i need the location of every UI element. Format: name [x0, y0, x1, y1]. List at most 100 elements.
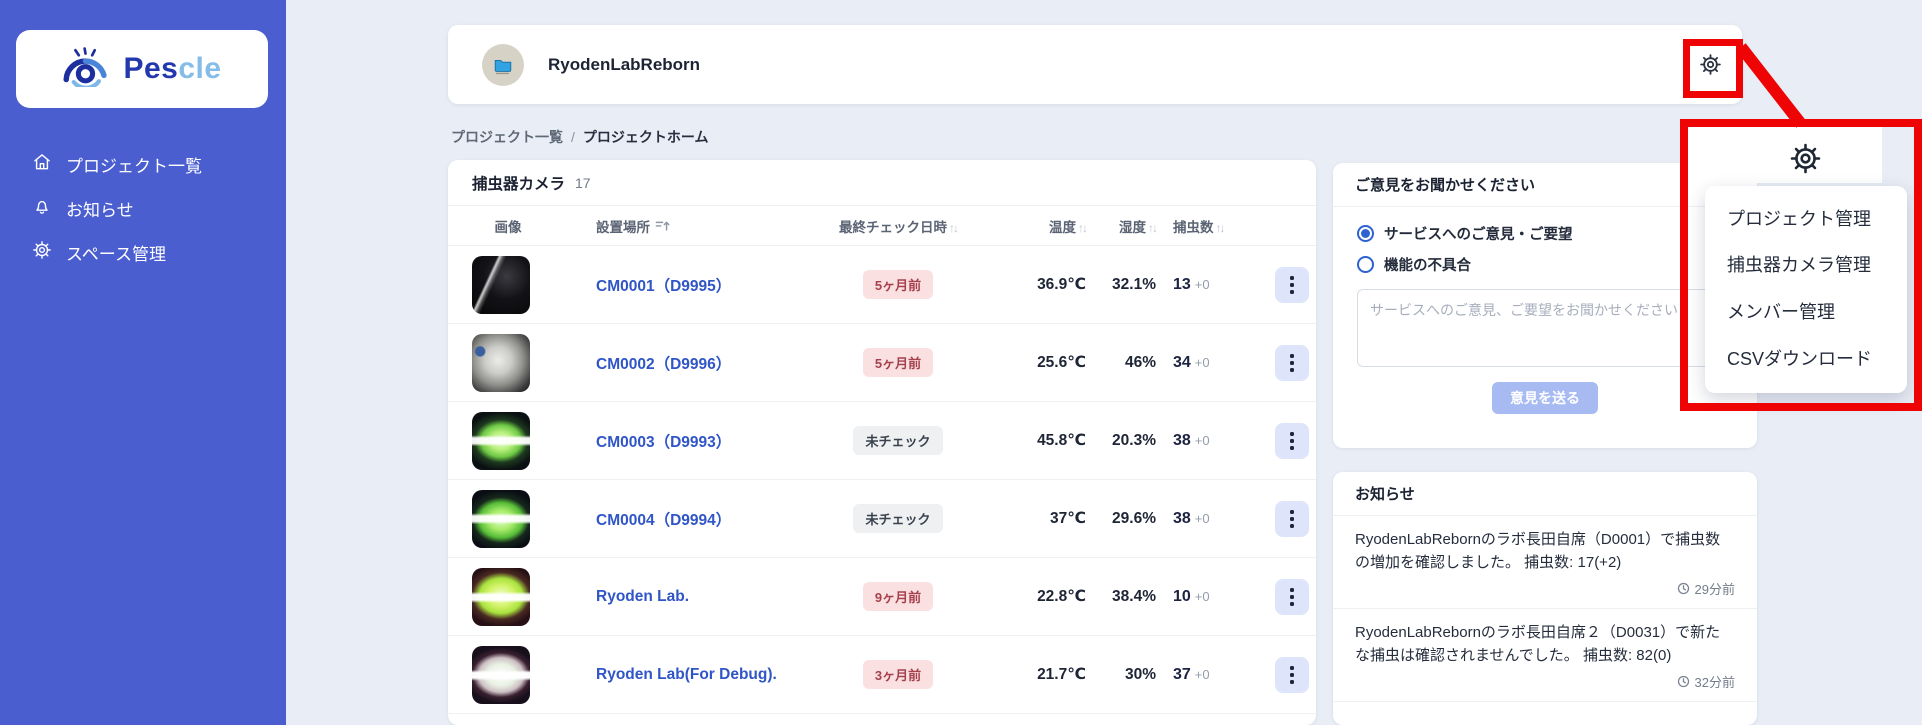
insect-count-delta: +0 — [1195, 511, 1210, 526]
insect-count-number: 10 — [1173, 588, 1191, 606]
humidity-value: 38.4% — [1086, 588, 1156, 606]
camera-name-link[interactable]: CM0004（D9994） — [568, 508, 798, 530]
sort-updown-icon: ↑↓ — [1216, 221, 1224, 235]
app-screen: Pescle プロジェクト一覧 お知らせ — [0, 0, 1922, 725]
camera-name-link[interactable]: Ryoden Lab. — [568, 588, 798, 606]
insect-count: 38 +0 — [1156, 432, 1268, 450]
annotation-box-dropdown — [1680, 119, 1922, 411]
camera-table-header: 画像 設置場所 最終チェック日時↑↓ 温度↑↓ 湿度↑↓ 捕虫数↑↓ — [448, 206, 1316, 246]
insect-count-delta: +0 — [1195, 277, 1210, 292]
sort-updown-icon: ↑↓ — [1148, 221, 1156, 235]
temperature-value: 36.9℃ — [998, 275, 1086, 294]
insect-count-delta: +0 — [1195, 355, 1210, 370]
row-menu-button[interactable] — [1275, 423, 1309, 459]
notice-text: RyodenLabRebornのラボ長田自席（D0001）で捕虫数の増加を確認し… — [1355, 529, 1735, 574]
row-menu-button[interactable] — [1275, 657, 1309, 693]
radio-label: サービスへのご意見・ご要望 — [1384, 223, 1573, 244]
breadcrumb-current: プロジェクトホーム — [583, 127, 709, 147]
insect-count-number: 38 — [1173, 432, 1191, 450]
row-menu-button[interactable] — [1275, 579, 1309, 615]
eye-logo-icon — [62, 47, 114, 92]
camera-table-card: 捕虫器カメラ 17 画像 設置場所 最終チェック日時↑↓ 温度↑↓ 湿度↑↓ 捕… — [448, 160, 1316, 725]
table-row: CM0003（D9993） 未チェック 45.8℃ 20.3% 38 +0 — [448, 402, 1316, 480]
table-row: Ryoden Lab(For Debug). 3ヶ月前 21.7℃ 30% 37… — [448, 636, 1316, 714]
camera-name-link[interactable]: Ryoden Lab(For Debug). — [568, 666, 798, 684]
camera-name-link[interactable]: CM0003（D9993） — [568, 430, 798, 452]
last-check-badge: 未チェック — [853, 426, 942, 455]
col-last-check[interactable]: 最終チェック日時↑↓ — [798, 216, 998, 236]
last-check-badge: 未チェック — [853, 504, 942, 533]
notices-title: お知らせ — [1333, 472, 1757, 516]
insect-count-number: 38 — [1173, 510, 1191, 528]
insect-count-number: 34 — [1173, 354, 1191, 372]
last-check-badge: 5ヶ月前 — [863, 270, 933, 299]
app-logo[interactable]: Pescle — [16, 30, 268, 108]
row-menu-button[interactable] — [1275, 267, 1309, 303]
temperature-value: 21.7℃ — [998, 665, 1086, 684]
last-check-badge: 9ヶ月前 — [863, 582, 933, 611]
notice-time: 29分前 — [1355, 579, 1735, 598]
notices-card: お知らせ RyodenLabRebornのラボ長田自席（D0001）で捕虫数の増… — [1333, 472, 1757, 725]
project-title: RyodenLabReborn — [548, 55, 700, 75]
insect-count: 10 +0 — [1156, 588, 1268, 606]
temperature-value: 37℃ — [998, 509, 1086, 528]
humidity-value: 20.3% — [1086, 432, 1156, 450]
bell-icon — [32, 196, 52, 221]
feedback-textarea[interactable] — [1357, 289, 1733, 367]
row-menu-button[interactable] — [1275, 345, 1309, 381]
notice-text: RyodenLabRebornのラボ長田自席２（D0031）で新たな捕虫は確認さ… — [1355, 622, 1735, 667]
sidebar-item-projects[interactable]: プロジェクト一覧 — [0, 142, 286, 186]
temperature-value: 25.6℃ — [998, 353, 1086, 372]
notices-list: RyodenLabRebornのラボ長田自席（D0001）で捕虫数の増加を確認し… — [1333, 516, 1757, 702]
camera-name-link[interactable]: CM0002（D9996） — [568, 352, 798, 374]
radio-option-service[interactable]: サービスへのご意見・ご要望 — [1357, 223, 1733, 244]
temperature-value: 45.8℃ — [998, 431, 1086, 450]
col-insect-count[interactable]: 捕虫数↑↓ — [1156, 216, 1268, 236]
col-location[interactable]: 設置場所 — [568, 216, 798, 236]
insect-count: 13 +0 — [1156, 276, 1268, 294]
radio-option-bug[interactable]: 機能の不具合 — [1357, 254, 1733, 275]
col-temperature[interactable]: 温度↑↓ — [998, 216, 1086, 236]
notice-item[interactable]: RyodenLabRebornのラボ長田自席（D0001）で捕虫数の増加を確認し… — [1333, 516, 1757, 609]
humidity-value: 29.6% — [1086, 510, 1156, 528]
sidebar-item-label: スペース管理 — [66, 240, 166, 265]
camera-name-link[interactable]: CM0001（D9995） — [568, 274, 798, 296]
sidebar-item-notices[interactable]: お知らせ — [0, 186, 286, 230]
humidity-value: 32.1% — [1086, 276, 1156, 294]
sidebar-item-space-admin[interactable]: スペース管理 — [0, 230, 286, 274]
project-header: RyodenLabReborn — [448, 25, 1742, 104]
notice-item[interactable]: RyodenLabRebornのラボ長田自席２（D0031）で新たな捕虫は確認さ… — [1333, 609, 1757, 702]
row-menu-button[interactable] — [1275, 501, 1309, 537]
insect-count-delta: +0 — [1195, 589, 1210, 604]
humidity-value: 46% — [1086, 354, 1156, 372]
camera-table-titlebar: 捕虫器カメラ 17 — [448, 160, 1316, 206]
breadcrumb: プロジェクト一覧 / プロジェクトホーム — [451, 127, 708, 147]
camera-thumbnail[interactable] — [472, 646, 530, 704]
annotation-box-gear — [1683, 39, 1743, 98]
camera-thumbnail[interactable] — [472, 490, 530, 548]
sort-updown-icon: ↑↓ — [1078, 221, 1086, 235]
radio-unselected-icon[interactable] — [1357, 256, 1374, 273]
col-humidity[interactable]: 湿度↑↓ — [1086, 216, 1156, 236]
table-row: Ryoden Lab. 9ヶ月前 22.8℃ 38.4% 10 +0 — [448, 558, 1316, 636]
camera-thumbnail[interactable] — [472, 256, 530, 314]
humidity-value: 30% — [1086, 666, 1156, 684]
camera-thumbnail[interactable] — [472, 334, 530, 392]
clock-icon — [1677, 582, 1690, 595]
insect-count-number: 37 — [1173, 666, 1191, 684]
camera-table-body: CM0001（D9995） 5ヶ月前 36.9℃ 32.1% 13 +0 CM0… — [448, 246, 1316, 714]
sidebar-nav: プロジェクト一覧 お知らせ スペース管理 — [0, 142, 286, 274]
table-row: CM0004（D9994） 未チェック 37℃ 29.6% 38 +0 — [448, 480, 1316, 558]
last-check-badge: 3ヶ月前 — [863, 660, 933, 689]
insect-count: 37 +0 — [1156, 666, 1268, 684]
camera-thumbnail[interactable] — [472, 568, 530, 626]
radio-selected-icon[interactable] — [1357, 225, 1374, 242]
radio-label: 機能の不具合 — [1384, 254, 1471, 275]
send-feedback-button[interactable]: 意見を送る — [1492, 382, 1598, 414]
project-avatar — [482, 44, 524, 86]
folder-icon — [492, 54, 514, 76]
sidebar: Pescle プロジェクト一覧 お知らせ — [0, 0, 286, 725]
breadcrumb-projects-link[interactable]: プロジェクト一覧 — [451, 127, 563, 147]
gear-icon — [32, 240, 52, 265]
camera-thumbnail[interactable] — [472, 412, 530, 470]
